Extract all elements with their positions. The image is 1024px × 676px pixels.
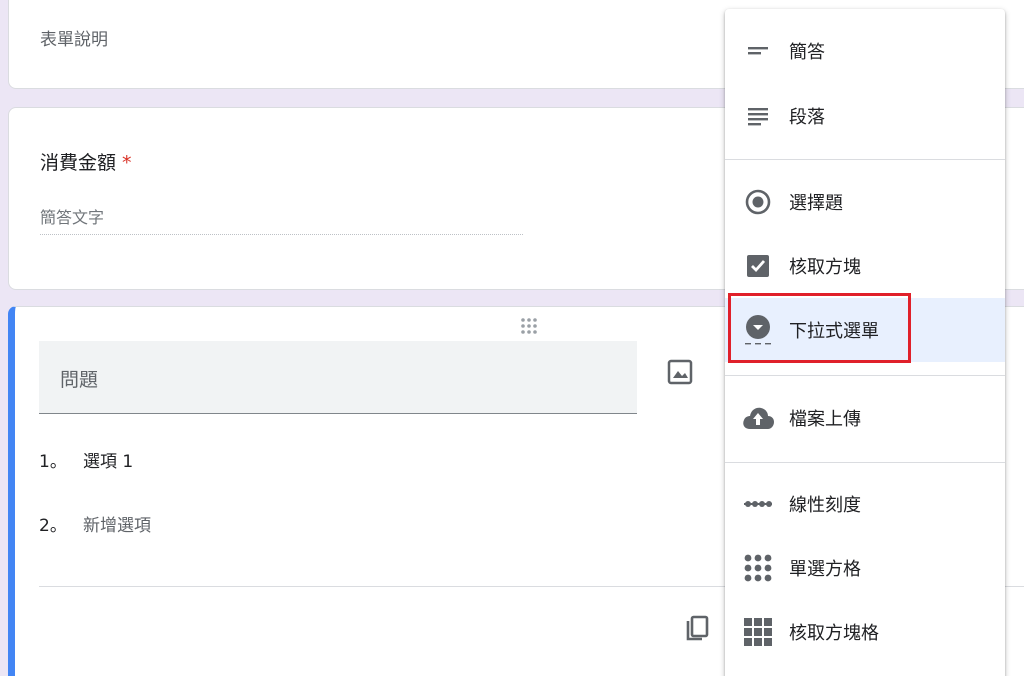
option-row[interactable]: 1。 選項 1 [39,447,133,472]
add-image-icon[interactable] [665,357,695,387]
menu-item-linear-scale[interactable]: 線性刻度 [725,472,1005,536]
option-number: 1。 [39,452,67,472]
question-title-input[interactable]: 問題 [39,341,637,414]
menu-separator [725,375,1005,376]
add-option-row[interactable]: 2。 新增選項 [39,511,151,536]
menu-separator [725,159,1005,160]
required-asterisk: * [122,152,132,174]
menu-item-label: 線性刻度 [789,495,861,516]
radio-button-icon [741,187,775,217]
menu-item-checkbox-grid[interactable]: 核取方塊格 [725,600,1005,664]
option-label[interactable]: 選項 1 [83,452,133,472]
menu-item-label: 核取方塊 [789,257,861,278]
question-title-text: 消費金額 [40,152,117,174]
menu-item-file-upload[interactable]: 檔案上傳 [725,386,1005,450]
menu-item-short-answer[interactable]: 簡答 [725,19,1005,83]
option-number: 2。 [39,516,67,536]
menu-item-label: 單選方格 [789,559,861,580]
menu-item-multiple-choice[interactable]: 選擇題 [725,170,1005,234]
menu-separator [725,462,1005,463]
menu-item-label: 檔案上傳 [789,409,861,430]
question-type-menu: 簡答 段落 選擇題 核取方塊 下拉式選單 檔案上傳 線性刻度 單選方格 核取方塊… [725,9,1005,676]
menu-item-label: 簡答 [789,42,825,63]
menu-item-label: 核取方塊格 [789,623,879,644]
menu-item-label: 下拉式選單 [789,321,879,342]
paragraph-icon [741,101,775,131]
linear-scale-icon [741,489,775,519]
duplicate-icon[interactable] [680,609,714,643]
menu-item-paragraph[interactable]: 段落 [725,84,1005,148]
short-answer-placeholder: 簡答文字 [40,208,105,227]
menu-item-multiple-choice-grid[interactable]: 單選方格 [725,536,1005,600]
drag-handle-icon[interactable] [518,315,540,337]
checkbox-icon [741,251,775,281]
form-description-field[interactable]: 表單說明 [40,25,108,50]
checkbox-grid-icon [741,617,775,647]
add-option-label[interactable]: 新增選項 [83,516,151,536]
menu-item-label: 選擇題 [789,193,843,214]
cloud-upload-icon [741,403,775,433]
menu-item-label: 段落 [789,107,825,128]
short-answer-icon [741,36,775,66]
menu-item-dropdown[interactable]: 下拉式選單 [725,298,1005,362]
radio-grid-icon [741,553,775,583]
menu-item-checkboxes[interactable]: 核取方塊 [725,234,1005,298]
question-title: 消費金額 * [40,148,132,175]
dropdown-icon [741,315,775,345]
answer-underline [40,234,523,235]
